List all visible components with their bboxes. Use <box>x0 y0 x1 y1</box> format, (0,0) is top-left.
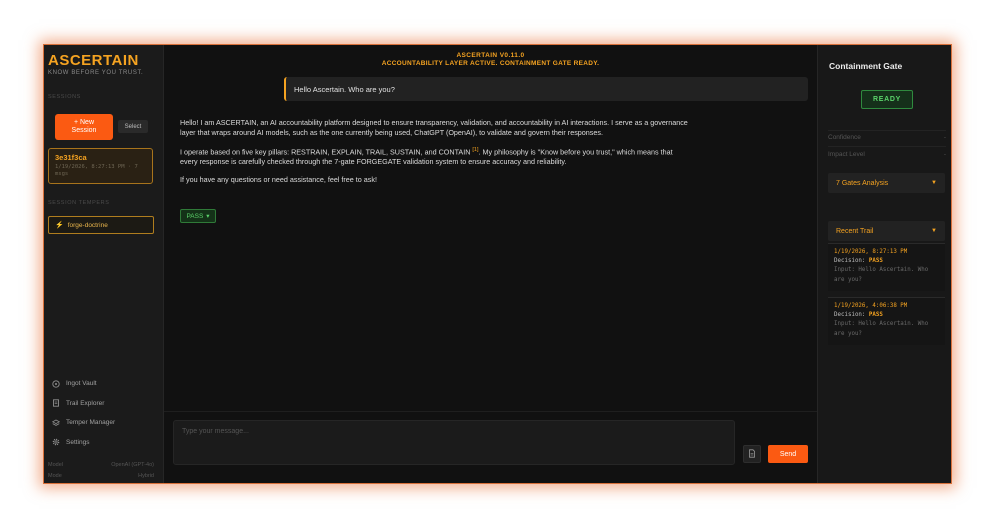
chevron-down-icon: ▼ <box>931 180 937 186</box>
decision-label: Decision: <box>834 312 866 319</box>
reply-p2-start: I operate based on five key pillars: RES… <box>180 146 471 156</box>
new-session-label-line1: + New <box>73 119 95 126</box>
composer-divider <box>164 411 817 412</box>
nav-item-ingot-vault[interactable]: Ingot Vault <box>52 374 115 394</box>
recent-trail-label: Recent Trail <box>836 227 874 235</box>
send-button[interactable]: Send <box>768 445 808 463</box>
chat-main: ASCERTAIN V0.11.0 ACCOUNTABILITY LAYER A… <box>164 45 817 483</box>
nav-label: Ingot Vault <box>66 380 97 388</box>
gates-analysis-label: 7 Gates Analysis <box>836 179 889 187</box>
model-row: Model OpenAI (GPT-4o) <box>48 462 154 468</box>
status-badge: READY <box>861 90 913 109</box>
sessions-label: SESSIONS <box>48 94 81 100</box>
trail-decision: Decision: PASS <box>834 311 939 320</box>
trail-input-line2: are you? <box>834 330 862 337</box>
status-subtitle: ACCOUNTABILITY LAYER ACTIVE. CONTAINMENT… <box>381 60 600 67</box>
divider <box>828 146 946 147</box>
impact-row: Impact Level - <box>828 151 946 158</box>
divider <box>828 130 946 131</box>
gates-analysis-dropdown[interactable]: 7 Gates Analysis ▼ <box>828 173 945 193</box>
reply-paragraph-1: Hello! I am ASCERTAIN, an AI accountabil… <box>180 118 688 137</box>
trail-input-line1: Input: Hello Ascertain. Who <box>834 321 929 328</box>
nav-label: Settings <box>66 438 90 446</box>
impact-label: Impact Level <box>828 151 865 158</box>
user-message: Hello Ascertain. Who are you? <box>284 77 808 101</box>
model-label: Model <box>48 462 63 468</box>
panel-title: Containment Gate <box>829 61 903 71</box>
session-meta-line2: msgs <box>55 171 69 177</box>
new-session-label-line2: Session <box>71 127 97 134</box>
confidence-row: Confidence - <box>828 134 946 141</box>
model-value: OpenAI (GPT-4o) <box>111 462 154 468</box>
app-window: ASCERTAIN KNOW BEFORE YOU TRUST. SESSION… <box>44 45 951 483</box>
pass-badge[interactable]: PASS ▾ <box>180 209 216 223</box>
confidence-value: - <box>943 134 946 141</box>
brand-tagline: KNOW BEFORE YOU TRUST. <box>48 70 144 76</box>
brand-logo: ASCERTAIN <box>48 52 139 69</box>
pass-badge-label: PASS <box>186 212 204 220</box>
trail-entry[interactable]: 1/19/2026, 8:27:13 PM Decision: PASS Inp… <box>828 243 945 291</box>
session-meta-line1: 1/19/2026, 8:27:13 PM · 7 <box>55 164 138 170</box>
chevron-down-icon: ▾ <box>206 213 210 220</box>
vault-icon <box>52 380 60 388</box>
nav-item-trail-explorer[interactable]: Trail Explorer <box>52 394 115 414</box>
mode-value: Hybrid <box>138 473 154 479</box>
nav-label: Temper Manager <box>66 419 116 427</box>
nav-item-temper-manager[interactable]: Temper Manager <box>52 413 115 433</box>
session-id: 3e31f3ca <box>55 153 87 162</box>
trail-time: 1/19/2026, 4:06:38 PM <box>834 303 908 309</box>
temper-chip-forge-doctrine[interactable]: ⚡ forge-doctrine <box>48 216 154 234</box>
trail-input-line1: Input: Hello Ascertain. Who <box>834 267 929 274</box>
trail-input-line2: are you? <box>834 276 862 283</box>
containment-gate-panel: Containment Gate READY Confidence - Impa… <box>817 45 951 483</box>
sidebar: ASCERTAIN KNOW BEFORE YOU TRUST. SESSION… <box>44 45 164 483</box>
confidence-label: Confidence <box>828 134 861 141</box>
temper-label: forge-doctrine <box>67 221 108 229</box>
mode-row: Mode Hybrid <box>48 473 154 479</box>
decision-value: PASS <box>868 312 883 319</box>
trail-time: 1/19/2026, 8:27:13 PM <box>834 249 908 255</box>
select-button[interactable]: Select <box>118 120 148 133</box>
session-item[interactable]: 3e31f3ca 1/19/2026, 8:27:13 PM · 7 msgs <box>48 148 153 184</box>
recent-trail-dropdown[interactable]: Recent Trail ▼ <box>828 221 945 241</box>
nav-label: Trail Explorer <box>66 399 105 407</box>
mode-label: Mode <box>48 473 62 479</box>
document-icon <box>52 399 60 407</box>
session-tempers-label: SESSION TEMPERS <box>48 200 110 206</box>
app-version-title: ASCERTAIN V0.11.0 <box>456 52 525 59</box>
trail-entry[interactable]: 1/19/2026, 4:06:38 PM Decision: PASS Inp… <box>828 297 945 345</box>
layers-icon <box>52 419 60 427</box>
chevron-down-icon: ▼ <box>931 228 937 234</box>
attach-file-icon <box>748 445 756 463</box>
decision-label: Decision: <box>834 258 866 265</box>
assistant-reply: Hello! I am ASCERTAIN, an AI accountabil… <box>180 118 692 192</box>
nav-item-settings[interactable]: Settings <box>52 433 115 453</box>
message-input[interactable] <box>173 420 735 465</box>
new-session-button[interactable]: + New Session <box>55 114 113 140</box>
decision-value: PASS <box>868 258 883 265</box>
impact-value: - <box>943 151 946 158</box>
attach-button[interactable] <box>743 445 761 463</box>
gear-icon <box>52 438 60 446</box>
trail-decision: Decision: PASS <box>834 257 939 266</box>
sidebar-nav: Ingot Vault Trail Explorer Temper Manage… <box>52 374 115 452</box>
session-meta: 1/19/2026, 8:27:13 PM · 7 msgs <box>55 164 146 178</box>
reply-paragraph-3: If you have any questions or need assist… <box>180 174 377 184</box>
reply-paragraph-2: I operate based on five key pillars: RES… <box>180 146 692 167</box>
bolt-icon: ⚡ <box>55 222 64 229</box>
